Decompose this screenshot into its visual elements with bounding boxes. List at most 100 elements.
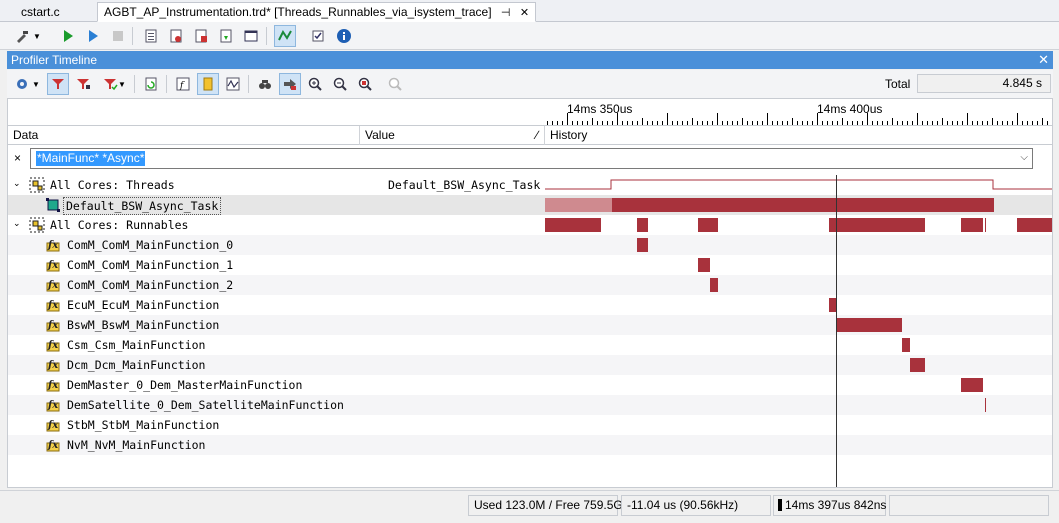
column-data[interactable]: Data bbox=[8, 126, 360, 145]
ruler-tick bbox=[592, 118, 593, 125]
tree-row-runnable[interactable]: fx NvM_NvM_MainFunction bbox=[8, 435, 1052, 455]
tree-label: Dcm_Dcm_MainFunction bbox=[67, 358, 206, 372]
find-button[interactable] bbox=[254, 73, 276, 95]
signal-view-button[interactable] bbox=[222, 73, 244, 95]
tree-row-runnable[interactable]: fx Dcm_Dcm_MainFunction bbox=[8, 355, 1052, 375]
runnable-summary-bar bbox=[1017, 218, 1052, 232]
tab-trace-file[interactable]: AGBT_AP_Instrumentation.trd* [Threads_Ru… bbox=[97, 2, 537, 23]
report-button[interactable] bbox=[140, 25, 162, 47]
tree-row-runnable[interactable]: fx ComM_ComM_MainFunction_0 bbox=[8, 235, 1052, 255]
filter-options-button[interactable]: ▼ bbox=[99, 73, 129, 95]
zoom-in-button[interactable] bbox=[304, 73, 326, 95]
close-icon[interactable]: ✕ bbox=[1038, 51, 1049, 69]
svg-text:fx: fx bbox=[47, 360, 59, 371]
gear-icon bbox=[17, 79, 28, 89]
refresh-button[interactable] bbox=[140, 73, 162, 95]
column-history[interactable]: History bbox=[545, 126, 1052, 145]
info-button[interactable] bbox=[333, 25, 355, 47]
ruler-tick bbox=[792, 118, 793, 125]
toolbar-separator bbox=[134, 75, 135, 93]
filter-icon bbox=[52, 79, 64, 89]
binoculars-icon bbox=[259, 80, 271, 89]
ruler-tick bbox=[892, 118, 893, 125]
column-value[interactable]: Value ∕ bbox=[360, 126, 545, 145]
expand-icon[interactable]: ⌄ bbox=[13, 178, 21, 189]
runnable-summary-bar bbox=[829, 218, 925, 232]
tree-row-runnable[interactable]: fx DemMaster_0_Dem_MasterMainFunction bbox=[8, 375, 1052, 395]
time-ruler[interactable]: 14ms 350us 14ms 400us bbox=[545, 99, 1052, 125]
tree-row-runnable[interactable]: fx Csm_Csm_MainFunction bbox=[8, 335, 1052, 355]
window-button[interactable] bbox=[240, 25, 262, 47]
function-view-button[interactable]: f bbox=[172, 73, 194, 95]
runnable-execution-bar bbox=[910, 358, 925, 372]
ruler-tick bbox=[917, 113, 918, 125]
filter-button[interactable] bbox=[47, 73, 69, 95]
task-icon bbox=[46, 198, 60, 212]
toolbar-separator bbox=[166, 75, 167, 93]
svg-text:fx: fx bbox=[47, 440, 59, 451]
timeline-cursor[interactable] bbox=[836, 175, 837, 487]
zoom-out-icon bbox=[333, 77, 347, 91]
column-header: Data Value ∕ History bbox=[8, 125, 1052, 145]
ruler-tick bbox=[867, 113, 868, 125]
status-bar: Used 123.0M / Free 759.5G -11.04 us (90.… bbox=[0, 490, 1059, 523]
tree-label: All Cores: Runnables bbox=[50, 218, 189, 232]
function-icon: fx bbox=[46, 440, 60, 452]
checklist-button[interactable] bbox=[307, 25, 329, 47]
trace-toggle-button[interactable] bbox=[274, 25, 296, 47]
open-button[interactable] bbox=[215, 25, 237, 47]
run-button[interactable] bbox=[57, 25, 79, 47]
zoom-out-button[interactable] bbox=[329, 73, 351, 95]
tree-label: Default_BSW_Async_Task bbox=[63, 197, 222, 215]
tree-row-threads[interactable]: ⌄ All Cores: Threads Default_BSW_Async_T… bbox=[8, 175, 1052, 195]
tree-row-runnables[interactable]: ⌄ All Cores: Runnables bbox=[8, 215, 1052, 235]
pin-icon[interactable]: ⊣ bbox=[501, 4, 511, 23]
build-tools-button[interactable]: ▼ bbox=[10, 25, 46, 47]
sort-icon: ∕ bbox=[535, 128, 538, 142]
runnable-execution-bar bbox=[837, 318, 902, 332]
runnable-group-icon bbox=[29, 217, 45, 233]
analysis-button[interactable] bbox=[190, 25, 212, 47]
analysis-icon bbox=[195, 29, 207, 43]
ruler-tick bbox=[942, 118, 943, 125]
window-icon bbox=[244, 30, 258, 42]
tree-label: NvM_NvM_MainFunction bbox=[67, 438, 206, 452]
clear-filter-icon[interactable]: × bbox=[14, 151, 21, 165]
zoom-in-icon bbox=[308, 77, 322, 91]
chevron-down-icon[interactable]: ⌵ bbox=[1020, 152, 1028, 163]
tree-row-runnable[interactable]: fx EcuM_EcuM_MainFunction bbox=[8, 295, 1052, 315]
tree-row-task[interactable]: Default_BSW_Async_Task bbox=[8, 195, 1052, 215]
function-icon: fx bbox=[46, 300, 60, 312]
zoom-reset-button[interactable] bbox=[384, 73, 406, 95]
settings-button[interactable]: ▼ bbox=[11, 73, 43, 95]
filter-add-button[interactable] bbox=[72, 73, 94, 95]
profiler-toolbar: ▼ ▼ f Total 4.845 s bbox=[7, 70, 1053, 98]
step-button[interactable] bbox=[82, 25, 104, 47]
tree-row-runnable[interactable]: fx StbM_StbM_MainFunction bbox=[8, 415, 1052, 435]
tree-row-runnable[interactable]: fx BswM_BswM_MainFunction bbox=[8, 315, 1052, 335]
tab-cstart[interactable]: cstart.c bbox=[14, 2, 67, 22]
thread-state-trace bbox=[545, 179, 1052, 190]
stop-button[interactable] bbox=[107, 25, 129, 47]
export-button[interactable] bbox=[165, 25, 187, 47]
task-ready-bar bbox=[545, 198, 612, 212]
document-green-icon bbox=[220, 29, 232, 43]
tree-row-runnable[interactable]: fx ComM_ComM_MainFunction_2 bbox=[8, 275, 1052, 295]
zoom-selection-button[interactable] bbox=[354, 73, 376, 95]
close-icon[interactable]: ✕ bbox=[520, 4, 529, 23]
data-view-button[interactable] bbox=[197, 73, 219, 95]
tree-row-runnable[interactable]: fx DemSatellite_0_Dem_SatelliteMainFuncti… bbox=[8, 395, 1052, 415]
tree-label: ComM_ComM_MainFunction_2 bbox=[67, 278, 234, 292]
runnable-execution-bar bbox=[961, 378, 983, 392]
svg-text:fx: fx bbox=[47, 420, 59, 431]
hammer-icon bbox=[17, 31, 29, 43]
filter-input[interactable]: *MainFunc* *Async* ⌵ bbox=[30, 148, 1033, 169]
zoom-disabled-icon bbox=[388, 77, 402, 91]
zoom-fit-button[interactable] bbox=[279, 73, 301, 95]
expand-icon[interactable]: ⌄ bbox=[13, 218, 21, 229]
tree-row-runnable[interactable]: fx ComM_ComM_MainFunction_1 bbox=[8, 255, 1052, 275]
filter-row: × *MainFunc* *Async* ⌵ bbox=[8, 145, 1052, 171]
tree-label: StbM_StbM_MainFunction bbox=[67, 418, 220, 432]
runnable-execution-bar bbox=[637, 238, 648, 252]
cursor-marker-icon bbox=[778, 499, 782, 511]
